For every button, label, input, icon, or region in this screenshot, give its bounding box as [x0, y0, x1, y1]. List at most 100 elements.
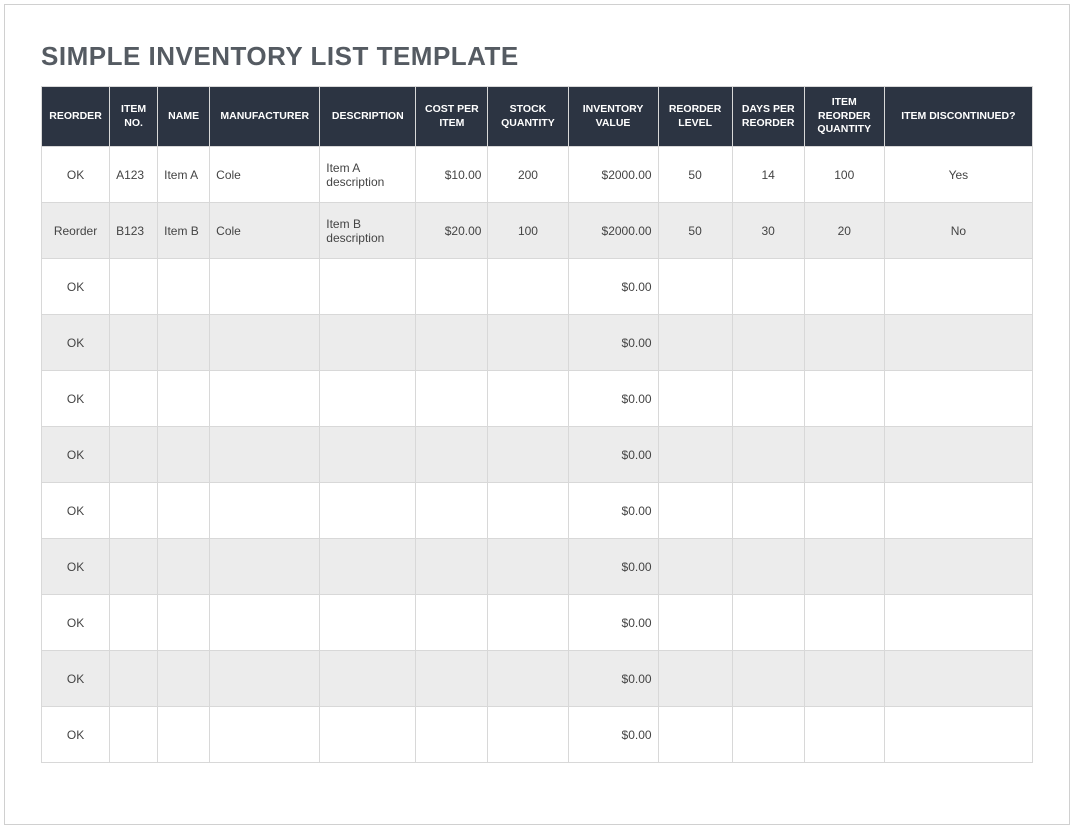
cell-days-per-reorder: 14 — [732, 147, 804, 203]
cell-inventory-value: $0.00 — [568, 371, 658, 427]
cell-reorder: OK — [42, 147, 110, 203]
cell-days-per-reorder — [732, 315, 804, 371]
cell-item-discontinued: Yes — [884, 147, 1032, 203]
cell-name — [158, 707, 210, 763]
cell-inventory-value: $0.00 — [568, 595, 658, 651]
cell-description — [320, 651, 416, 707]
cell-days-per-reorder — [732, 427, 804, 483]
cell-reorder-level — [658, 371, 732, 427]
cell-description — [320, 315, 416, 371]
cell-name — [158, 539, 210, 595]
col-header-item-discontinued: ITEM DISCONTINUED? — [884, 87, 1032, 147]
cell-cost-per-item — [416, 427, 488, 483]
cell-manufacturer — [210, 483, 320, 539]
cell-days-per-reorder — [732, 595, 804, 651]
cell-reorder-level — [658, 427, 732, 483]
cell-description: Item A description — [320, 147, 416, 203]
cell-item-reorder-quantity: 20 — [804, 203, 884, 259]
cell-item-reorder-quantity — [804, 427, 884, 483]
cell-reorder-level — [658, 259, 732, 315]
cell-reorder-level — [658, 315, 732, 371]
cell-item-discontinued — [884, 315, 1032, 371]
cell-manufacturer: Cole — [210, 203, 320, 259]
cell-stock-quantity — [488, 315, 568, 371]
col-header-reorder-level: REORDER LEVEL — [658, 87, 732, 147]
cell-stock-quantity: 100 — [488, 203, 568, 259]
cell-item-no — [110, 427, 158, 483]
cell-item-reorder-quantity — [804, 707, 884, 763]
cell-manufacturer — [210, 315, 320, 371]
table-row: OK$0.00 — [42, 651, 1033, 707]
cell-manufacturer — [210, 539, 320, 595]
cell-item-reorder-quantity — [804, 595, 884, 651]
cell-reorder-level: 50 — [658, 147, 732, 203]
table-row: OK $0.00 — [42, 483, 1033, 539]
cell-name — [158, 259, 210, 315]
cell-item-no — [110, 595, 158, 651]
cell-cost-per-item — [416, 371, 488, 427]
cell-description — [320, 707, 416, 763]
cell-cost-per-item — [416, 259, 488, 315]
cell-reorder-level — [658, 539, 732, 595]
cell-cost-per-item — [416, 707, 488, 763]
col-header-item-reorder-quantity: ITEM REORDER QUANTITY — [804, 87, 884, 147]
cell-inventory-value: $0.00 — [568, 427, 658, 483]
cell-inventory-value: $0.00 — [568, 259, 658, 315]
col-header-days-per-reorder: DAYS PER REORDER — [732, 87, 804, 147]
col-header-manufacturer: MANUFACTURER — [210, 87, 320, 147]
cell-days-per-reorder — [732, 707, 804, 763]
cell-item-no: A123 — [110, 147, 158, 203]
cell-stock-quantity: 200 — [488, 147, 568, 203]
cell-item-no — [110, 483, 158, 539]
cell-days-per-reorder — [732, 483, 804, 539]
cell-item-discontinued — [884, 483, 1032, 539]
cell-item-discontinued — [884, 427, 1032, 483]
cell-inventory-value: $0.00 — [568, 483, 658, 539]
cell-reorder: OK — [42, 651, 110, 707]
cell-reorder-level — [658, 483, 732, 539]
cell-manufacturer — [210, 595, 320, 651]
cell-cost-per-item — [416, 651, 488, 707]
cell-manufacturer — [210, 427, 320, 483]
cell-stock-quantity — [488, 427, 568, 483]
col-header-item-no: ITEM NO. — [110, 87, 158, 147]
cell-name: Item A — [158, 147, 210, 203]
cell-reorder: OK — [42, 539, 110, 595]
cell-inventory-value: $0.00 — [568, 539, 658, 595]
cell-reorder-level: 50 — [658, 203, 732, 259]
document-frame: SIMPLE INVENTORY LIST TEMPLATE REORDER I… — [4, 4, 1070, 825]
cell-reorder: OK — [42, 427, 110, 483]
cell-description — [320, 483, 416, 539]
cell-item-no — [110, 259, 158, 315]
cell-reorder-level — [658, 707, 732, 763]
col-header-name: NAME — [158, 87, 210, 147]
cell-item-reorder-quantity: 100 — [804, 147, 884, 203]
cell-description — [320, 371, 416, 427]
cell-reorder: Reorder — [42, 203, 110, 259]
cell-manufacturer — [210, 707, 320, 763]
cell-stock-quantity — [488, 259, 568, 315]
cell-inventory-value: $2000.00 — [568, 147, 658, 203]
cell-name: Item B — [158, 203, 210, 259]
table-row: OK $0.00 — [42, 539, 1033, 595]
table-row: OK$0.00 — [42, 707, 1033, 763]
cell-stock-quantity — [488, 483, 568, 539]
cell-name — [158, 651, 210, 707]
cell-name — [158, 483, 210, 539]
cell-cost-per-item — [416, 483, 488, 539]
cell-item-reorder-quantity — [804, 371, 884, 427]
cell-days-per-reorder: 30 — [732, 203, 804, 259]
cell-reorder: OK — [42, 371, 110, 427]
table-header-row: REORDER ITEM NO. NAME MANUFACTURER DESCR… — [42, 87, 1033, 147]
cell-reorder: OK — [42, 259, 110, 315]
cell-days-per-reorder — [732, 539, 804, 595]
cell-inventory-value: $0.00 — [568, 315, 658, 371]
cell-name — [158, 315, 210, 371]
cell-item-reorder-quantity — [804, 259, 884, 315]
table-row: OK $0.00 — [42, 371, 1033, 427]
cell-item-discontinued: No — [884, 203, 1032, 259]
cell-reorder: OK — [42, 483, 110, 539]
cell-cost-per-item: $20.00 — [416, 203, 488, 259]
cell-item-no — [110, 539, 158, 595]
cell-description — [320, 539, 416, 595]
